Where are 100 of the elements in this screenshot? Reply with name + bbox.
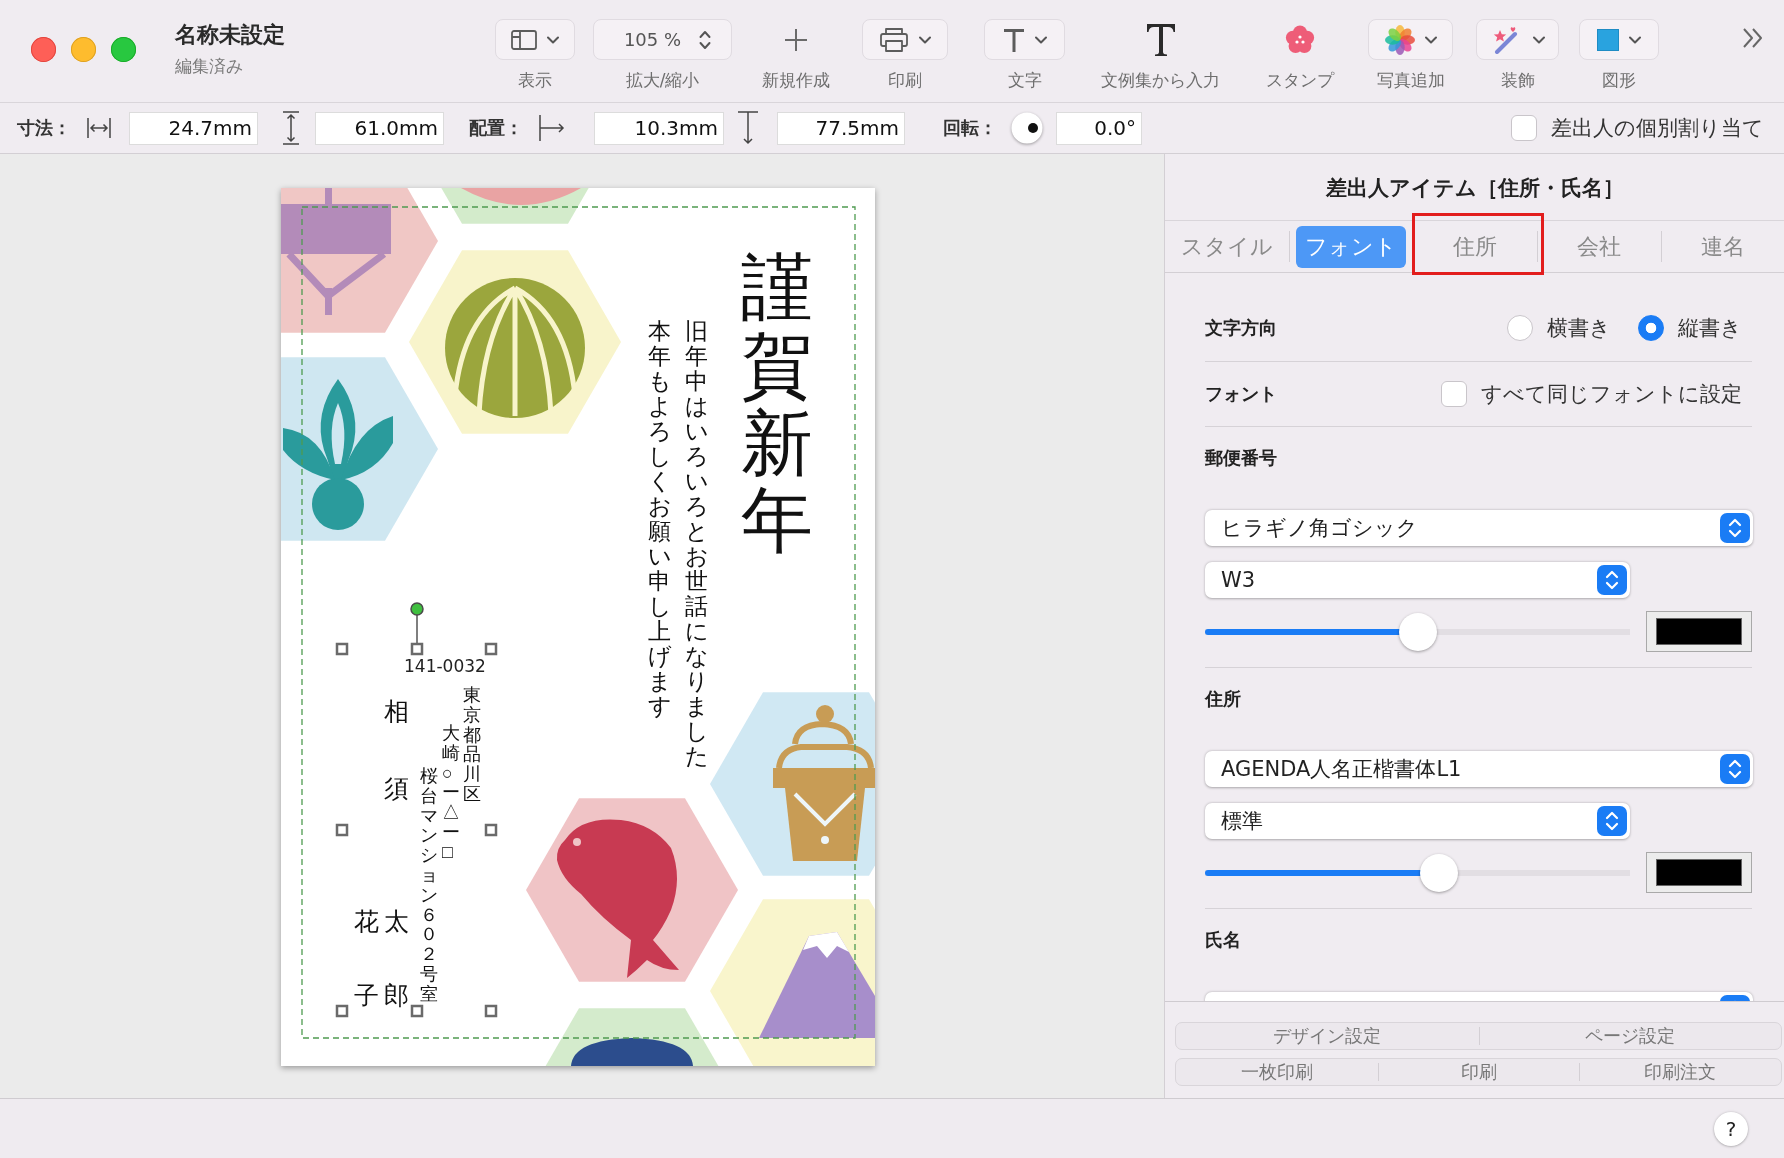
weight-popup[interactable]: W3 bbox=[1205, 562, 1630, 598]
setting-label: 文字方向 bbox=[1205, 316, 1277, 340]
setting-label: フォント bbox=[1205, 382, 1277, 406]
font-popup[interactable]: AGENDA人名正楷書体L1 bbox=[1205, 751, 1753, 787]
given-name-text: 太郎 bbox=[384, 907, 409, 1011]
y-position-field[interactable]: 77.5mm bbox=[777, 111, 905, 145]
resize-handle[interactable] bbox=[484, 1004, 498, 1018]
message-line: 旧年中はいろいろとお世話になりました bbox=[685, 319, 708, 769]
slider-thumb[interactable] bbox=[1398, 612, 1437, 651]
photos-icon bbox=[1384, 24, 1415, 55]
checkbox[interactable] bbox=[1511, 115, 1537, 141]
rotation-label: 回転： bbox=[943, 116, 997, 140]
color-well[interactable] bbox=[1646, 852, 1752, 893]
caret-icon bbox=[1629, 35, 1641, 44]
height-icon bbox=[281, 111, 301, 145]
resize-handle[interactable] bbox=[335, 642, 349, 656]
text-tool-icon bbox=[1002, 27, 1025, 52]
section-title: 住所 bbox=[1205, 687, 1242, 711]
toolbar-label[interactable]: 文字 bbox=[1007, 70, 1042, 90]
checkbox-label[interactable]: すべて同じフォントに設定 bbox=[1481, 380, 1742, 408]
ornament-icon bbox=[571, 1038, 693, 1066]
weight-popup[interactable]: 標準 bbox=[1205, 803, 1630, 839]
tab[interactable]: 会社 bbox=[1568, 225, 1630, 268]
rotation-knob[interactable] bbox=[1011, 112, 1043, 144]
toolbar-label[interactable]: 図形 bbox=[1602, 70, 1636, 90]
greeting-text: 謹賀新年 bbox=[741, 250, 813, 561]
printer-icon bbox=[879, 26, 909, 53]
tab[interactable]: 連名 bbox=[1692, 225, 1754, 268]
slider-thumb[interactable] bbox=[1419, 853, 1458, 892]
close-button[interactable] bbox=[31, 37, 56, 62]
section-title: 氏名 bbox=[1205, 928, 1242, 952]
toolbar-label[interactable]: 表示 bbox=[518, 70, 552, 90]
resize-handle[interactable] bbox=[484, 823, 498, 837]
kagami-mochi-icon bbox=[773, 705, 875, 861]
height-field[interactable]: 61.0mm bbox=[315, 111, 444, 145]
address-line: 桜台マンション６０２号室 bbox=[420, 767, 438, 1005]
double-chevron-icon[interactable] bbox=[1742, 27, 1763, 49]
letter-t-icon[interactable] bbox=[1145, 22, 1176, 57]
resize-handle[interactable] bbox=[484, 642, 498, 656]
checkbox-label[interactable]: 差出人の個別割り当て bbox=[1551, 114, 1764, 142]
radio-label[interactable]: 横書き bbox=[1547, 314, 1611, 342]
stepper-icon bbox=[1720, 513, 1750, 543]
toolbar-label[interactable]: 拡大/縮小 bbox=[625, 70, 700, 90]
flower-icon[interactable] bbox=[1284, 24, 1315, 55]
tab[interactable]: スタイル bbox=[1172, 225, 1282, 268]
radio-button[interactable] bbox=[1507, 315, 1533, 341]
fullscreen-button[interactable] bbox=[111, 37, 136, 62]
toolbar-label[interactable]: 文例集から入力 bbox=[1101, 70, 1220, 90]
window-subtitle: 編集済み bbox=[175, 55, 244, 77]
sidebar-icon bbox=[511, 29, 537, 50]
text-menu-button[interactable] bbox=[984, 19, 1065, 60]
panel-title: 差出人アイテム［住所・氏名］ bbox=[1324, 175, 1625, 202]
address-line: 東京都品川区 bbox=[463, 686, 481, 805]
resize-handle[interactable] bbox=[410, 1004, 424, 1018]
horizontal-position-icon bbox=[539, 114, 565, 142]
footer-button[interactable]: デザイン設定 bbox=[1176, 1023, 1479, 1049]
position-label: 配置： bbox=[469, 116, 523, 140]
toolbar-label[interactable]: 印刷 bbox=[888, 70, 922, 90]
window-title: 名称未設定 bbox=[175, 21, 285, 49]
resize-handle[interactable] bbox=[335, 823, 349, 837]
caret-icon bbox=[1532, 35, 1545, 44]
shape-menu-button[interactable] bbox=[1579, 19, 1659, 60]
postal-code-text: 141-0032 bbox=[404, 656, 486, 676]
x-position-field[interactable]: 10.3mm bbox=[594, 111, 724, 145]
print-menu-button[interactable] bbox=[862, 19, 948, 60]
radio-label[interactable]: 縦書き bbox=[1678, 314, 1742, 342]
decoration-menu-button[interactable] bbox=[1476, 19, 1559, 60]
toolbar-label[interactable]: 新規作成 bbox=[762, 70, 830, 90]
plus-icon[interactable] bbox=[785, 28, 807, 51]
resize-handle[interactable] bbox=[410, 642, 424, 656]
radio-button[interactable] bbox=[1638, 315, 1664, 341]
width-field[interactable]: 24.7mm bbox=[129, 111, 258, 145]
spinning-top-icon bbox=[281, 188, 391, 315]
color-well[interactable] bbox=[1646, 611, 1752, 652]
tab[interactable]: 住所 bbox=[1444, 225, 1506, 268]
message-line: 本年もよろしくお願い申し上げます bbox=[648, 319, 671, 719]
rotation-field[interactable]: 0.0° bbox=[1056, 111, 1142, 145]
ornament-icon bbox=[461, 188, 581, 205]
footer-button[interactable]: 一枚印刷 bbox=[1176, 1059, 1378, 1085]
vertical-position-icon bbox=[737, 111, 759, 145]
view-menu-button[interactable] bbox=[495, 19, 575, 60]
photo-menu-button[interactable] bbox=[1368, 19, 1453, 60]
caret-icon bbox=[1424, 35, 1437, 44]
sea-bream-icon bbox=[556, 819, 679, 978]
zoom-stepper[interactable]: 105 % bbox=[593, 19, 732, 60]
help-button[interactable]: ? bbox=[1714, 1111, 1748, 1146]
toolbar-label[interactable]: 写真追加 bbox=[1376, 70, 1445, 90]
section-title: 郵便番号 bbox=[1205, 446, 1278, 470]
stepper-icon bbox=[699, 28, 712, 51]
font-popup[interactable]: ヒラギノ角ゴシック bbox=[1205, 510, 1753, 546]
toolbar-label[interactable]: 装飾 bbox=[1500, 70, 1535, 90]
family-name-text: 相須 bbox=[384, 697, 409, 804]
checkbox[interactable] bbox=[1441, 381, 1467, 407]
given-name-text: 花子 bbox=[354, 907, 379, 1011]
toolbar-label[interactable]: スタンプ bbox=[1265, 70, 1334, 90]
resize-handle[interactable] bbox=[335, 1004, 349, 1018]
tab[interactable]: フォント bbox=[1296, 225, 1406, 268]
rotation-handle[interactable] bbox=[410, 602, 424, 644]
address-line: 大崎○ー△ー□ bbox=[442, 724, 460, 863]
mount-fuji-icon bbox=[759, 932, 875, 1038]
